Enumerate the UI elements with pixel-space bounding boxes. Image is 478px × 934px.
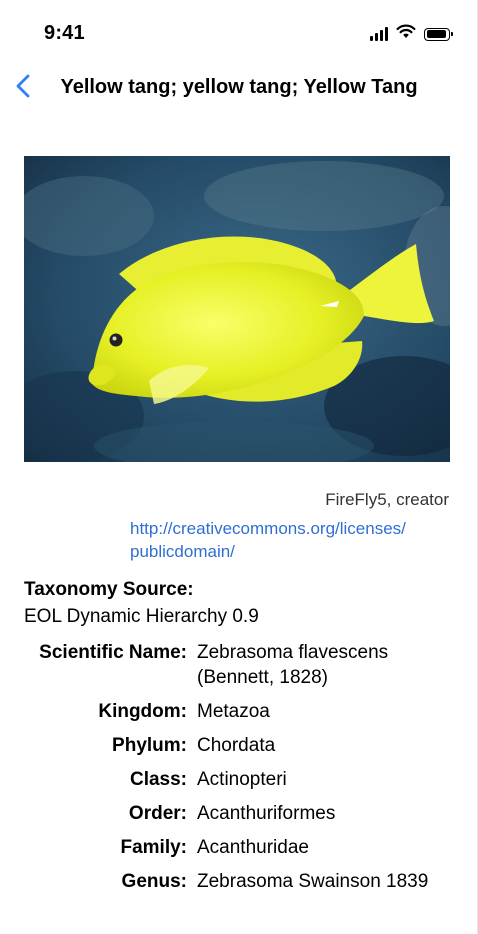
taxonomy-label: Genus: xyxy=(121,871,187,892)
status-icons xyxy=(370,24,453,44)
navigation-bar: Yellow tang; yellow tang; Yellow Tang xyxy=(0,62,478,112)
license-link-line-2[interactable]: publicdomain/ xyxy=(130,540,450,563)
taxonomy-label: Family: xyxy=(120,837,187,858)
taxonomy-value: Acanthuridae xyxy=(197,837,309,858)
page-title: Yellow tang; yellow tang; Yellow Tang xyxy=(60,76,418,98)
taxonomy-label: Order: xyxy=(128,803,187,824)
cellular-signal-icon xyxy=(370,27,388,41)
status-bar: 9:41 xyxy=(0,0,478,60)
photo-creator: FireFly5, creator xyxy=(325,490,449,509)
status-time: 9:41 xyxy=(44,22,85,44)
taxonomy-value: Metazoa xyxy=(197,701,270,722)
species-photo xyxy=(24,156,450,462)
wifi-icon xyxy=(396,24,416,44)
taxonomy-value: Chordata xyxy=(197,735,276,756)
taxonomy-value: Zebrasoma flavescens (Bennett, 1828) xyxy=(197,642,389,688)
taxonomy-label: Kingdom: xyxy=(98,701,187,722)
taxonomy-label: Phylum: xyxy=(112,735,187,756)
taxonomy-value: Acanthuriformes xyxy=(197,803,336,824)
taxonomy-label: Scientific Name: xyxy=(39,642,187,663)
taxonomy-value: Actinopteri xyxy=(197,769,287,790)
taxonomy-label: Class: xyxy=(129,769,187,790)
taxonomy-source-value: EOL Dynamic Hierarchy 0.9 xyxy=(24,606,259,627)
license-link-line-1[interactable]: http://creativecommons.org/licenses/ xyxy=(130,517,450,540)
license-link[interactable]: http://creativecommons.org/licenses/ pub… xyxy=(130,517,450,563)
taxonomy-value: Zebrasoma Swainson 1839 xyxy=(197,871,429,892)
battery-icon xyxy=(424,27,453,41)
taxonomy-source-label: Taxonomy Source: xyxy=(24,579,194,600)
